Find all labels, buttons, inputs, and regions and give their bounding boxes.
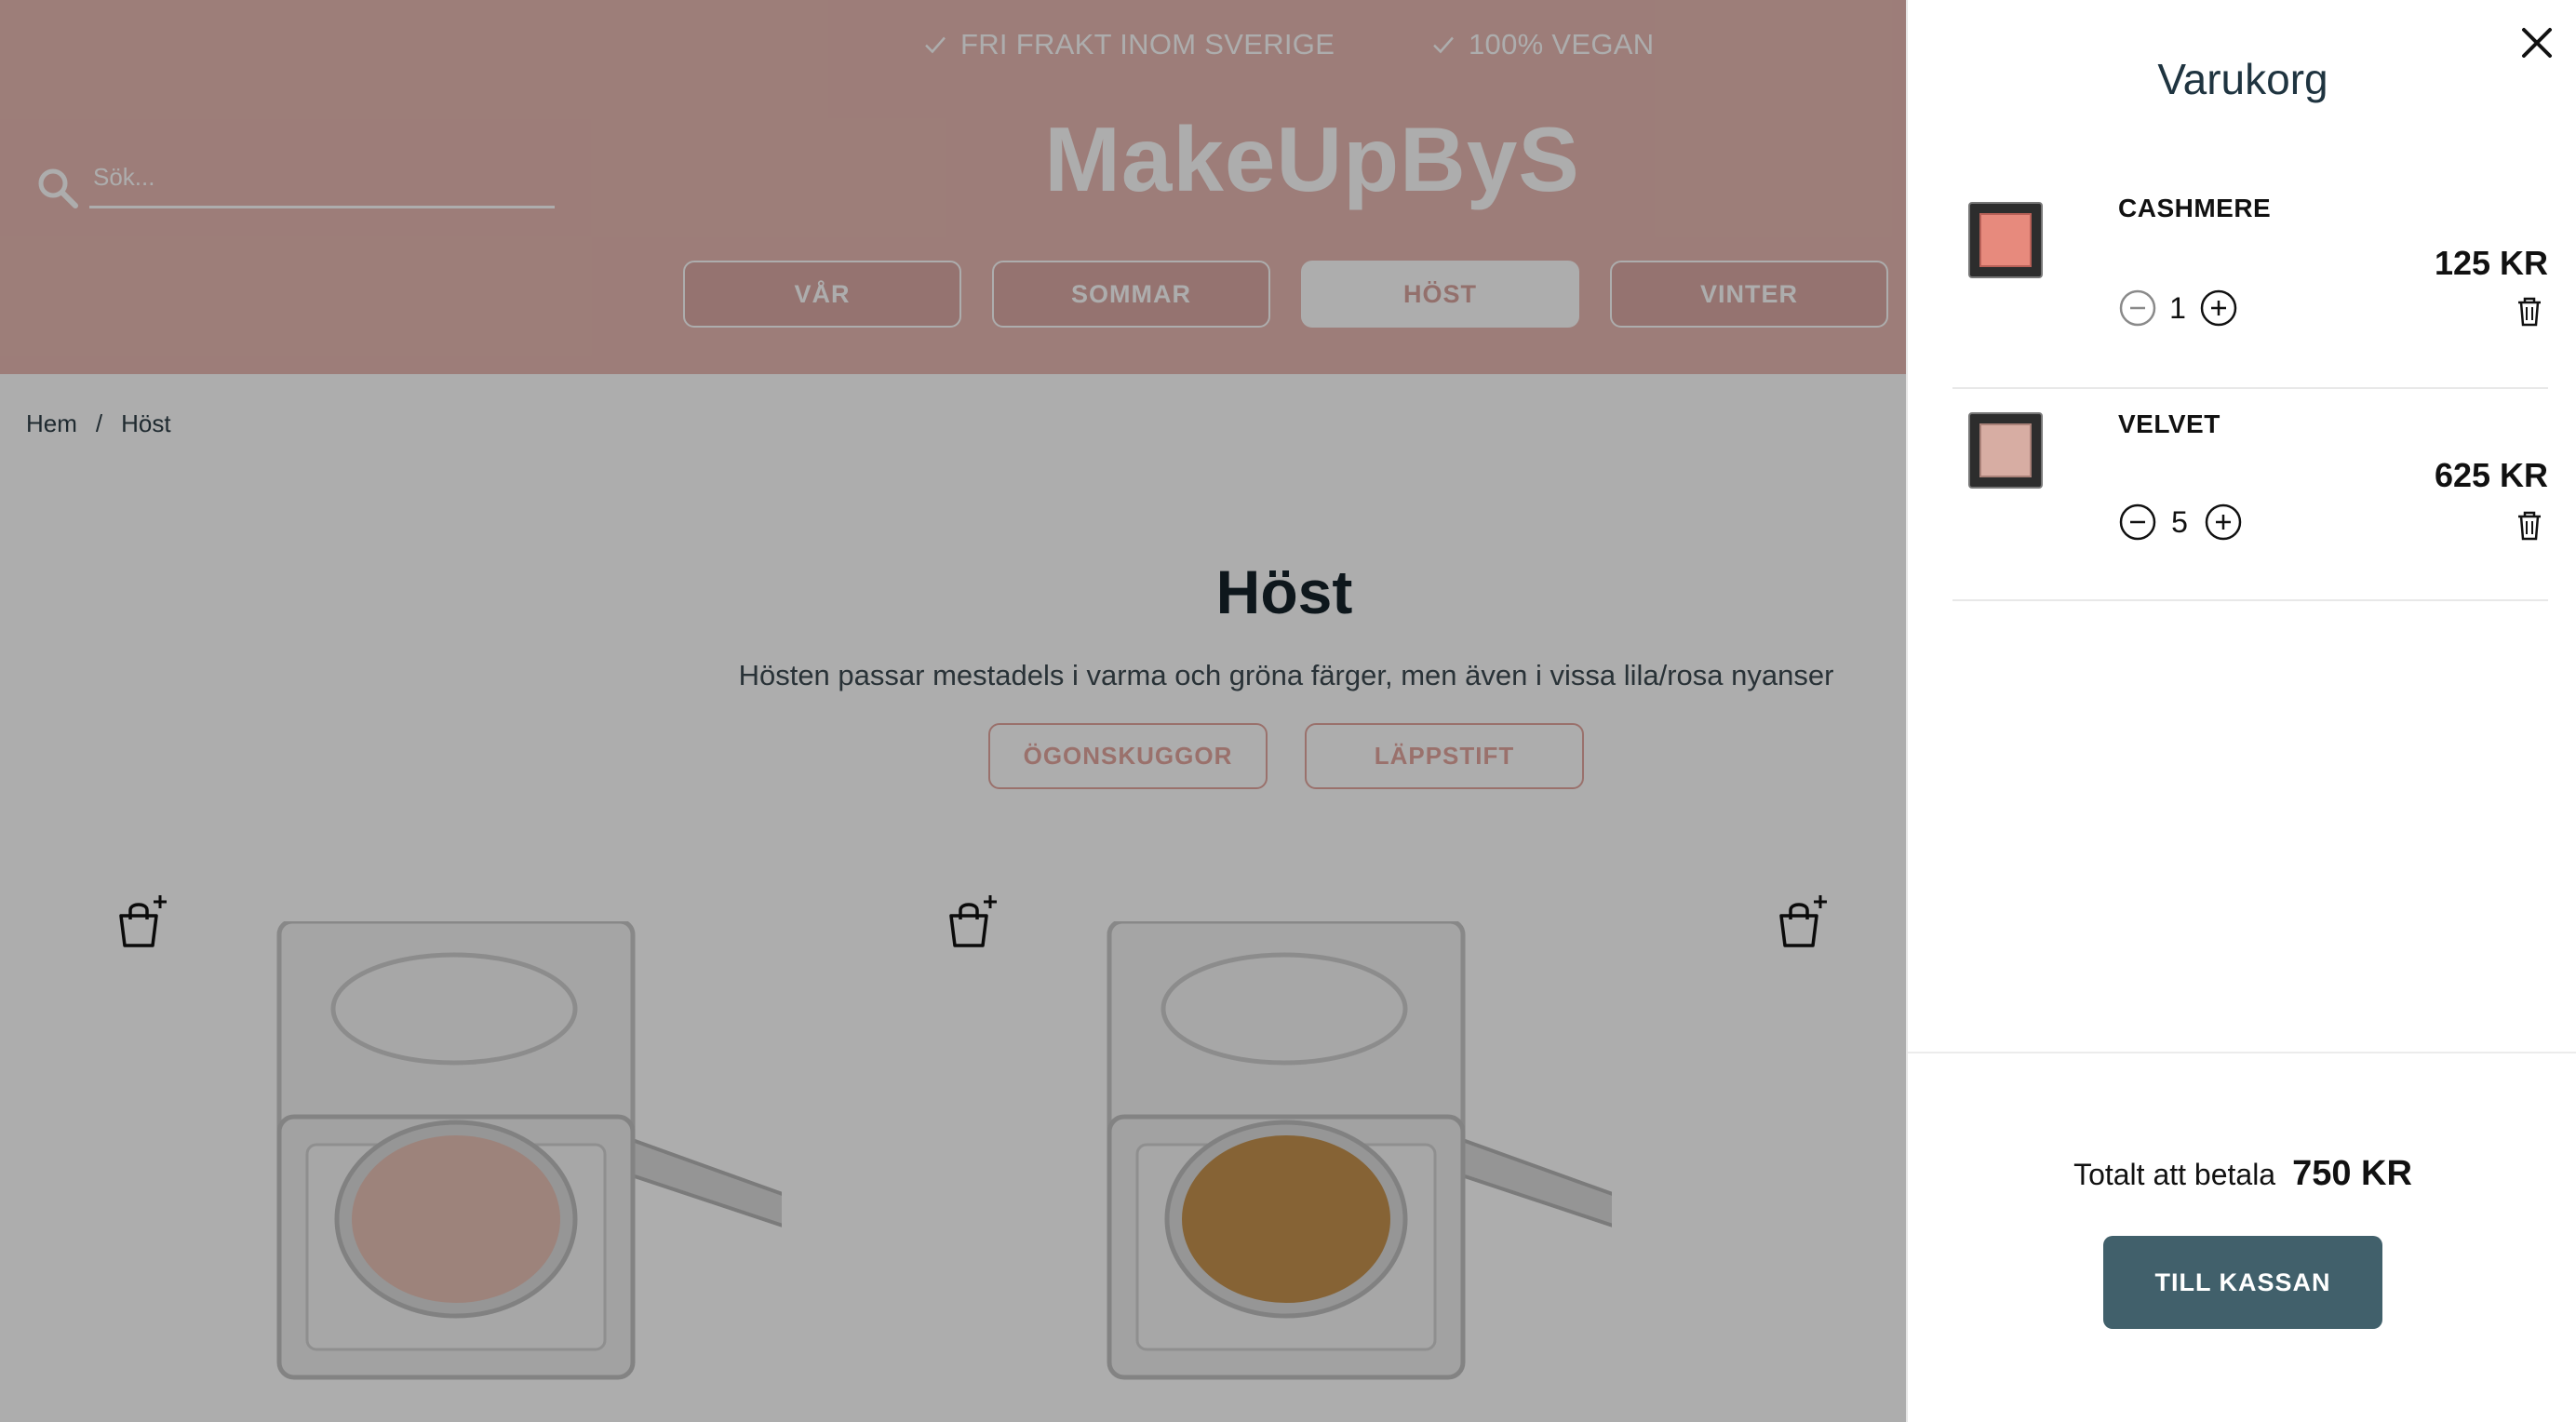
- cart-total: Totalt att betala 750 KR: [1908, 1154, 2576, 1194]
- quantity-value: 5: [2171, 505, 2188, 539]
- cart-item-name: VELVET: [2118, 409, 2220, 438]
- cart-drawer: Varukorg CASHMERE 125 KR 1 VELVET 625 KR…: [1906, 0, 2576, 1422]
- cart-title: Varukorg: [2157, 55, 2328, 103]
- product-thumbnail[interactable]: [1967, 201, 2044, 279]
- minus-circle-icon[interactable]: [2118, 503, 2157, 542]
- total-label: Totalt att betala: [2073, 1158, 2276, 1191]
- cart-item-price: 625 KR: [2434, 456, 2548, 494]
- cart-item: VELVET 625 KR 5: [1952, 389, 2548, 601]
- shop-page: FRI FRAKT INOM SVERIGE 100% VEGAN MakeUp…: [0, 0, 1906, 1422]
- quantity-value: 1: [2169, 291, 2186, 325]
- checkout-button[interactable]: TILL KASSAN: [2103, 1236, 2382, 1329]
- cart-item-price: 125 KR: [2434, 244, 2548, 282]
- plus-circle-icon[interactable]: [2199, 288, 2238, 328]
- modal-backdrop[interactable]: [0, 0, 1906, 1422]
- plus-circle-icon[interactable]: [2204, 503, 2243, 542]
- trash-icon[interactable]: [2511, 292, 2548, 329]
- trash-icon[interactable]: [2511, 506, 2548, 543]
- total-value: 750 KR: [2292, 1154, 2412, 1193]
- product-thumbnail[interactable]: [1967, 411, 2044, 490]
- minus-circle-icon[interactable]: [2118, 288, 2157, 328]
- cart-item: CASHMERE 125 KR 1: [1952, 177, 2548, 389]
- cart-item-name: CASHMERE: [2118, 194, 2272, 222]
- cart-footer: Totalt att betala 750 KR TILL KASSAN: [1908, 1052, 2576, 1422]
- close-icon[interactable]: [2516, 22, 2557, 63]
